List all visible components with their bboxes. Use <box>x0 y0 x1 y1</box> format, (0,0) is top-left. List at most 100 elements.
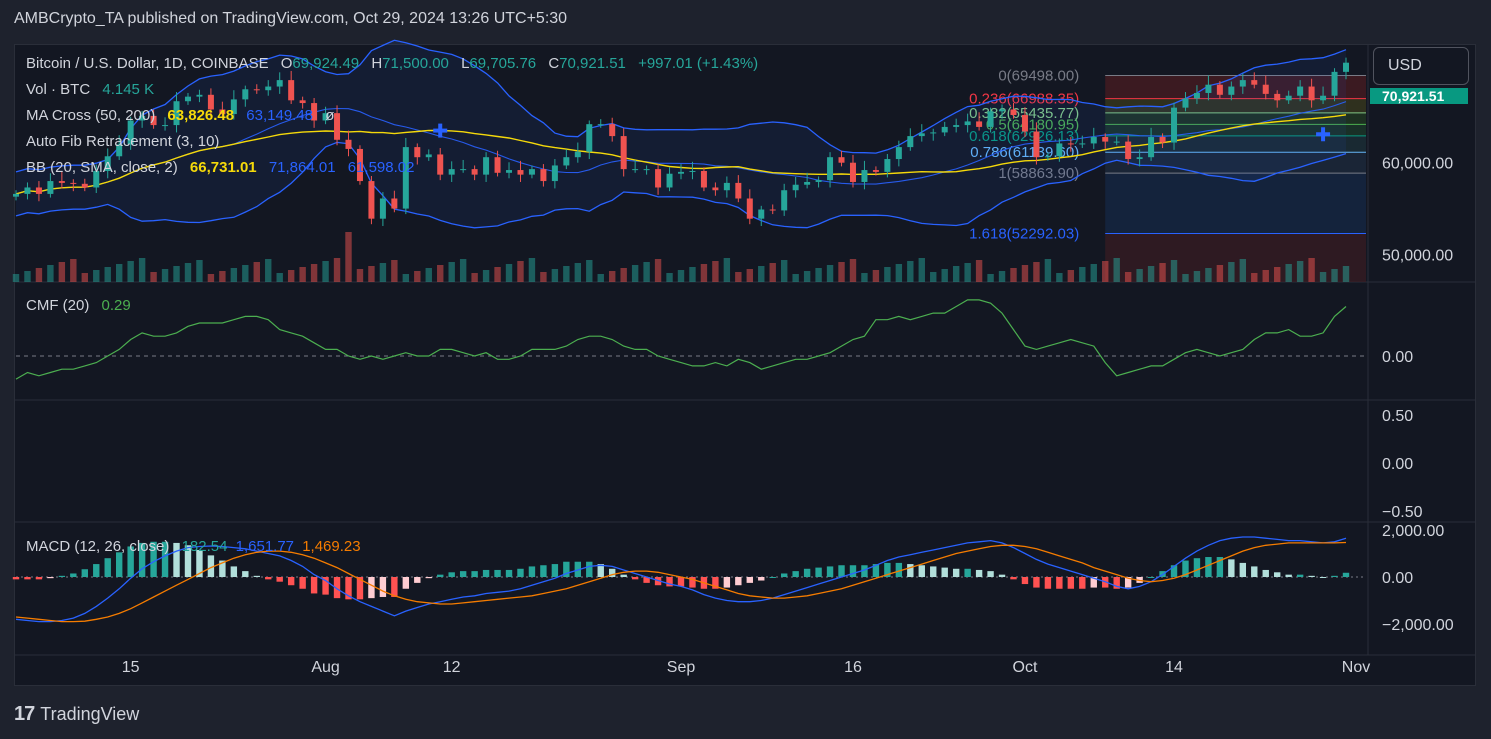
candle-body <box>723 182 730 191</box>
candle-body <box>999 109 1006 112</box>
volume-bar <box>849 259 857 282</box>
volume-bar <box>872 270 880 282</box>
macd-value: 1,651.77 <box>235 538 295 555</box>
macd-legend[interactable]: MACD (12, 26, close) 182.54 1,651.77 1,4… <box>26 538 369 555</box>
candle-body <box>460 169 467 171</box>
volume-bar <box>1251 273 1258 282</box>
volume-bar <box>482 270 490 282</box>
macd-histogram-bar <box>517 568 524 577</box>
candle-body <box>368 181 375 219</box>
candle-body <box>1148 137 1155 158</box>
ma-label: MA Cross (50, 200) <box>26 107 156 124</box>
candle-body <box>574 151 581 158</box>
hidden-value-icon: ø <box>325 107 335 124</box>
volume-bar <box>563 266 570 282</box>
candle-body <box>517 170 524 175</box>
volume-bar <box>1090 264 1097 282</box>
macd-histogram-bar <box>964 568 971 577</box>
volume-bar <box>402 274 410 282</box>
fib-legend[interactable]: Auto Fib Retracement (3, 10) <box>26 133 227 150</box>
macd-axis-label: 0.00 <box>1382 570 1413 587</box>
oscillator-axis-label: 0.00 <box>1382 456 1413 473</box>
volume-bar <box>161 269 169 282</box>
volume-bar <box>574 263 582 282</box>
volume-bar <box>333 258 341 282</box>
macd-histogram-bar <box>1044 577 1052 589</box>
candle-body <box>895 147 902 160</box>
macd-histogram-bar <box>1285 574 1292 577</box>
bb-label: BB (20, SMA, close, 2) <box>26 159 178 176</box>
macd-hist-value: 182.54 <box>181 538 228 555</box>
candle-body <box>425 154 432 158</box>
candle-body <box>1113 141 1120 143</box>
candle-body <box>299 100 306 104</box>
candle-body <box>1205 84 1212 93</box>
oscillator-axis-label: 0.50 <box>1382 408 1413 425</box>
time-axis-label: 15 <box>122 659 140 676</box>
candle-body <box>1308 86 1315 101</box>
candle-body <box>471 169 478 175</box>
candle-body <box>483 157 490 175</box>
volume-bar <box>1147 266 1155 282</box>
candle-body <box>1090 137 1097 144</box>
macd-histogram-bar <box>265 577 272 580</box>
volume-legend[interactable]: Vol · BTC 4.145 K <box>26 81 162 98</box>
volume-bar <box>253 262 260 282</box>
volume-bar <box>1342 266 1350 282</box>
macd-histogram-bar <box>1147 577 1155 578</box>
macd-histogram-bar <box>803 568 811 577</box>
macd-histogram-bar <box>230 566 238 577</box>
macd-histogram-bar <box>494 569 501 577</box>
candle-body <box>1228 86 1235 95</box>
candle-body <box>678 171 684 174</box>
candle-body <box>448 169 455 175</box>
volume-bar <box>803 271 811 282</box>
macd-histogram-bar <box>586 561 593 577</box>
currency-button[interactable]: USD <box>1373 47 1469 85</box>
volume-bar <box>115 264 123 282</box>
candle-body <box>414 147 421 158</box>
volume-bar <box>173 266 180 282</box>
candle-body <box>1125 141 1132 160</box>
candle-body <box>1320 95 1327 101</box>
candle-body <box>586 124 593 152</box>
candle-body <box>597 124 604 126</box>
bb-legend[interactable]: BB (20, SMA, close, 2) 66,731.01 71,864.… <box>26 159 422 176</box>
cmf-legend[interactable]: CMF (20) 0.29 <box>26 297 139 314</box>
oscillator-axis-label: −0.50 <box>1382 504 1423 521</box>
macd-histogram-bar <box>952 568 960 577</box>
candle-body <box>849 162 856 182</box>
macd-histogram-bar <box>459 571 467 577</box>
macd-signal-value: 1,469.23 <box>302 538 361 555</box>
price-axis-label: 60,000.00 <box>1382 156 1453 173</box>
macd-histogram-bar <box>1331 575 1338 577</box>
fib-zone <box>1105 173 1366 234</box>
volume-bar <box>35 268 43 282</box>
volume-bar <box>780 260 788 282</box>
volume-bar <box>998 271 1006 282</box>
volume-bar <box>299 267 306 282</box>
volume-bar <box>58 262 66 282</box>
candle-body <box>655 169 662 188</box>
volume-bar <box>448 262 455 282</box>
volume-bar <box>104 267 111 282</box>
candle-body <box>551 165 558 182</box>
ma-legend[interactable]: MA Cross (50, 200) 63,826.48 63,149.48 ø <box>26 107 342 124</box>
candle-body <box>1343 62 1349 72</box>
macd-histogram-bar <box>12 577 20 580</box>
macd-histogram-bar <box>471 571 478 577</box>
volume-bar <box>838 262 845 282</box>
tradingview-footer[interactable]: 17 TradingView <box>14 703 139 726</box>
volume-bar <box>528 258 536 282</box>
candle-body <box>402 147 409 209</box>
volume-bar <box>540 272 547 282</box>
macd-histogram-bar <box>505 569 513 577</box>
volume-bar <box>884 267 891 282</box>
candle-body <box>735 182 742 199</box>
symbol-title[interactable]: Bitcoin / U.S. Dollar, 1D, COINBASE <box>26 55 269 72</box>
macd-histogram-bar <box>448 572 455 577</box>
volume-bar <box>219 271 226 282</box>
macd-histogram-bar <box>551 564 559 577</box>
ma200-value: 63,149.48 <box>246 107 314 124</box>
macd-histogram-bar <box>941 567 948 577</box>
